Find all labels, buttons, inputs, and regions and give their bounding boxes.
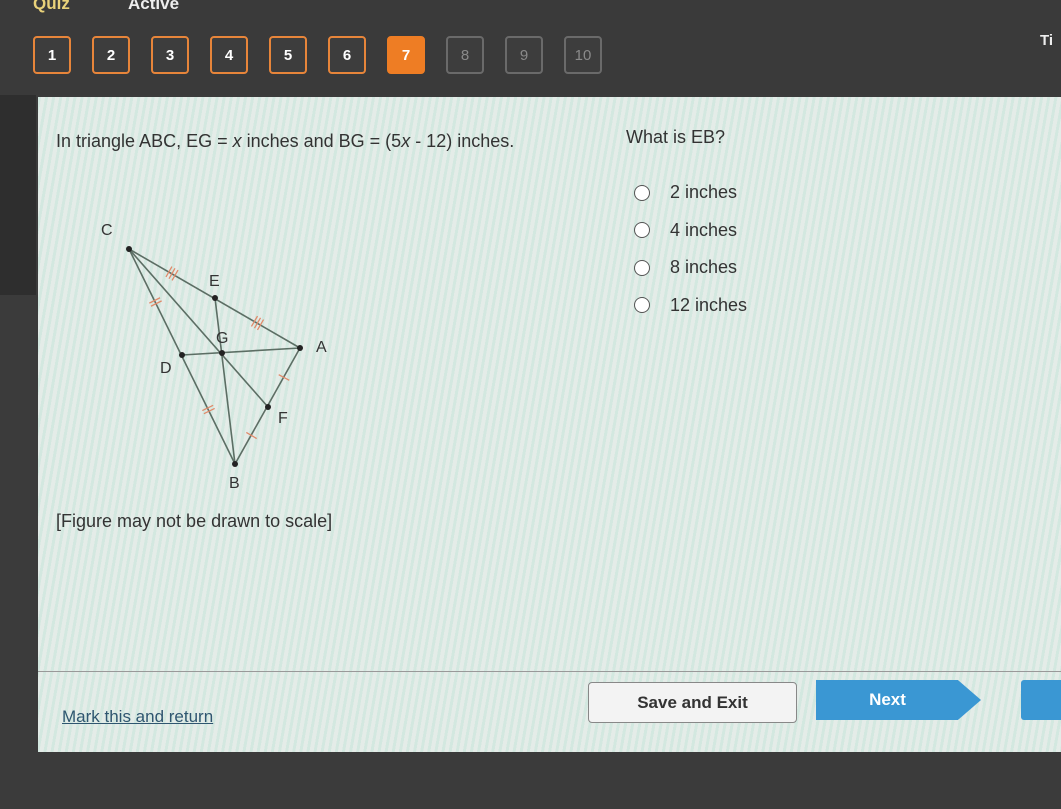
mark-and-return-link[interactable]: Mark this and return xyxy=(62,707,213,727)
question-4-button[interactable]: 4 xyxy=(210,36,248,74)
submit-button[interactable] xyxy=(1021,680,1061,720)
side-strip xyxy=(0,95,36,295)
variable: x xyxy=(401,131,411,151)
quiz-title: Quiz xyxy=(33,0,70,13)
question-8-button[interactable]: 8 xyxy=(446,36,484,74)
question-stem: In triangle ABC, EG = x inches and BG = … xyxy=(56,127,546,156)
option-label: 2 inches xyxy=(670,182,738,203)
question-5-button[interactable]: 5 xyxy=(269,36,307,74)
timer-label: Ti xyxy=(1040,32,1054,49)
point-F xyxy=(265,404,271,410)
answer-options: 2 inches 4 inches 8 inches 12 inches xyxy=(634,174,747,324)
question-navigation: 1 2 3 4 5 6 7 8 9 10 xyxy=(33,36,602,74)
segment-BE xyxy=(214,297,236,465)
option-label: 12 inches xyxy=(670,294,748,315)
question-prompt: What is EB? xyxy=(626,127,726,147)
next-button[interactable]: Next xyxy=(816,680,981,720)
stem-text: In triangle ABC, EG = xyxy=(56,131,233,151)
radio-button[interactable] xyxy=(634,222,650,239)
label-E: E xyxy=(209,273,220,290)
question-6-button[interactable]: 6 xyxy=(328,36,366,74)
radio-button[interactable] xyxy=(634,184,650,201)
label-F: F xyxy=(278,410,288,427)
figure-note: [Figure may not be drawn to scale] xyxy=(56,511,333,531)
question-panel: In triangle ABC, EG = x inches and BG = … xyxy=(38,97,1061,752)
option-label: 4 inches xyxy=(670,219,738,240)
answer-option[interactable]: 4 inches xyxy=(634,212,747,250)
stem-text: - 12) inches. xyxy=(410,131,515,151)
option-label: 8 inches xyxy=(670,257,738,278)
save-and-exit-button[interactable]: Save and Exit xyxy=(588,682,797,723)
point-E xyxy=(212,295,218,301)
point-B xyxy=(232,461,238,467)
label-A: A xyxy=(316,339,327,356)
point-D xyxy=(179,352,185,358)
label-C: C xyxy=(101,222,113,239)
quiz-status: Active xyxy=(128,0,180,13)
question-10-button[interactable]: 10 xyxy=(564,36,602,74)
point-C xyxy=(126,246,132,252)
segment-AD xyxy=(181,347,301,356)
question-1-button[interactable]: 1 xyxy=(33,36,71,74)
radio-button[interactable] xyxy=(634,297,650,314)
question-3-button[interactable]: 3 xyxy=(151,36,189,74)
question-2-button[interactable]: 2 xyxy=(92,36,130,74)
stem-text: inches and BG = (5 xyxy=(241,131,402,151)
question-7-button[interactable]: 7 xyxy=(387,36,425,74)
point-G xyxy=(219,350,225,356)
label-D: D xyxy=(160,360,172,377)
point-A xyxy=(297,345,303,351)
radio-button[interactable] xyxy=(634,259,650,276)
top-bar: Quiz Active Ti 1 2 3 4 5 6 7 8 9 10 xyxy=(0,0,1061,95)
segment-CF xyxy=(128,248,269,408)
question-9-button[interactable]: 9 xyxy=(505,36,543,74)
divider xyxy=(38,671,1061,672)
triangle-figure: C E A D G F B xyxy=(101,222,327,492)
variable: x xyxy=(232,131,242,151)
answer-option[interactable]: 2 inches xyxy=(634,174,747,212)
label-G: G xyxy=(216,330,228,347)
answer-option[interactable]: 12 inches xyxy=(634,287,747,325)
label-B: B xyxy=(229,475,240,492)
answer-option[interactable]: 8 inches xyxy=(634,249,747,287)
